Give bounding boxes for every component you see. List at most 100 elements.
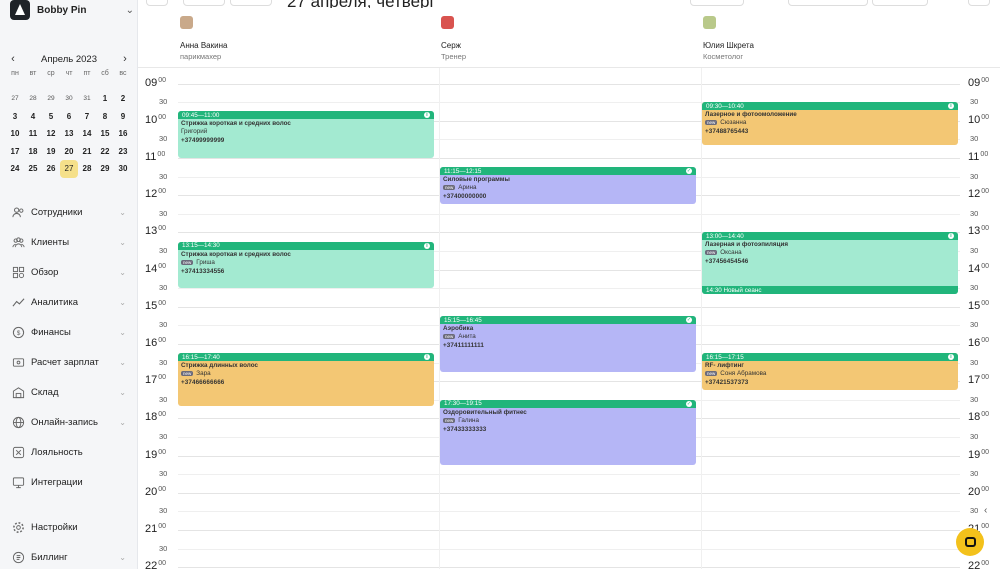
sidebar-item-integrations[interactable]: Интеграции (0, 470, 138, 494)
calendar-day[interactable]: 21 (78, 143, 96, 161)
appointment-card[interactable]: 13:00—14:40 i Лазерная и фотоэпиляция new Ок… (702, 232, 958, 295)
calendar-day[interactable]: 16 (114, 125, 132, 143)
view-switch-button[interactable] (230, 0, 272, 6)
appointment-card[interactable]: 11:15—12:15 ✓ Силовые программы new Арина +37… (440, 167, 696, 205)
sidebar-item-billing[interactable]: Биллинг ⌄ (0, 545, 138, 569)
calendar-day[interactable]: 28 (24, 90, 42, 108)
sidebar-item-settings[interactable]: Настройки (0, 515, 138, 539)
time-label-left: 1700 (145, 374, 166, 386)
chevron-down-icon[interactable]: ⌄ (119, 268, 126, 277)
calendar-day[interactable]: 31 (78, 90, 96, 108)
chevron-down-icon[interactable]: ⌄ (119, 553, 126, 562)
calendar-day[interactable]: 24 (6, 160, 24, 178)
staff-role: парикмахер (180, 52, 222, 61)
staff-column-header[interactable]: Серж Тренер (441, 16, 641, 61)
check-icon[interactable]: ✓ (686, 317, 692, 323)
chevron-down-icon[interactable]: ⌄ (119, 388, 126, 397)
chevron-down-icon[interactable]: ⌄ (119, 418, 126, 427)
filter-button[interactable] (690, 0, 744, 6)
calendar-day[interactable]: 2 (114, 90, 132, 108)
calendar-day[interactable]: 30 (60, 90, 78, 108)
chevron-down-icon[interactable]: ⌄ (119, 298, 126, 307)
info-icon[interactable]: i (424, 112, 430, 119)
half-hour-label: 30 (970, 506, 979, 516)
chevron-down-icon[interactable]: ⌄ (126, 5, 134, 16)
chevron-down-icon[interactable]: ⌄ (119, 208, 126, 217)
client-phone: +37413334556 (181, 267, 225, 275)
settings-button[interactable] (872, 0, 928, 6)
staff-column-header[interactable]: Юлия Шкрета Косметолог (703, 16, 903, 61)
brand-switcher[interactable]: Bobby Pin ⌄ (10, 0, 134, 20)
view-toggle[interactable] (788, 0, 868, 6)
sidebar-item-analytics[interactable]: Аналитика ⌄ (0, 290, 138, 314)
sidebar-item-loyalty[interactable]: Лояльность (0, 440, 138, 464)
calendar-day[interactable]: 30 (114, 160, 132, 178)
info-icon[interactable]: i (424, 242, 430, 249)
prev-day-button[interactable] (146, 0, 168, 6)
calendar-day[interactable]: 3 (6, 108, 24, 126)
next-month-button[interactable]: › (118, 53, 132, 65)
calendar-day[interactable]: 4 (24, 108, 42, 126)
calendar-day[interactable]: 27 (6, 90, 24, 108)
chevron-down-icon[interactable]: ⌄ (119, 238, 126, 247)
appointment-card[interactable]: 16:15—17:15 i RF- лифтинг new Соня Абрамова +… (702, 353, 958, 391)
chevron-down-icon[interactable]: ⌄ (119, 328, 126, 337)
sidebar-item-globe[interactable]: Онлайн-запись ⌄ (0, 410, 138, 434)
appointment-card[interactable]: 09:30—10:40 i Лазерное и фотоомоложение new… (702, 102, 958, 146)
calendar-day[interactable]: 26 (42, 160, 60, 178)
info-icon[interactable]: i (948, 354, 954, 361)
calendar-day[interactable]: 25 (24, 160, 42, 178)
info-icon[interactable]: i (948, 233, 954, 240)
calendar-day[interactable]: 15 (96, 125, 114, 143)
staff-name: Анна Вакина (180, 41, 228, 50)
calendar-day[interactable]: 29 (42, 90, 60, 108)
calendar-day[interactable]: 5 (42, 108, 60, 126)
calendar-day[interactable]: 6 (60, 108, 78, 126)
calendar-day[interactable]: 11 (24, 125, 42, 143)
calendar-day[interactable]: 20 (60, 143, 78, 161)
calendar-day[interactable]: 28 (78, 160, 96, 178)
appointment-card[interactable]: 16:15—17:40 i Стрижка длинных волос new Зара… (178, 353, 434, 406)
calendar-day[interactable]: 9 (114, 108, 132, 126)
calendar-day[interactable]: 22 (96, 143, 114, 161)
calendar-day[interactable]: 12 (42, 125, 60, 143)
calendar-day[interactable]: 10 (6, 125, 24, 143)
appointment-card[interactable]: 17:30—19:15 ✓ Оздоровительный фитнес new Гал… (440, 399, 696, 465)
calendar-day[interactable]: 1 (96, 90, 114, 108)
appointment-card[interactable]: 13:15—14:30 i Стрижка короткая и средних в… (178, 241, 434, 289)
calendar-day[interactable]: 17 (6, 143, 24, 161)
sidebar-item-finance[interactable]: $ Финансы ⌄ (0, 320, 138, 344)
sidebar-item-warehouse[interactable]: Склад ⌄ (0, 380, 138, 404)
staff-column-header[interactable]: Анна Вакина парикмахер (180, 16, 380, 61)
appointment-card[interactable]: 09:45—11:00 i Стрижка короткая и средних в… (178, 111, 434, 158)
appointment-header: 13:00—14:40 i (702, 232, 958, 241)
check-icon[interactable]: ✓ (686, 168, 692, 175)
calendar-day[interactable]: 7 (78, 108, 96, 126)
calendar-day-today[interactable]: 27 (60, 160, 78, 178)
sidebar-item-clients[interactable]: Клиенты ⌄ (0, 230, 138, 254)
chevron-down-icon[interactable]: ⌄ (119, 358, 126, 367)
minutes-text: 00 (158, 411, 167, 419)
calendar-day[interactable]: 19 (42, 143, 60, 161)
calendar-day[interactable]: 18 (24, 143, 42, 161)
calendar-day[interactable]: 23 (114, 143, 132, 161)
info-icon[interactable]: i (424, 354, 430, 361)
calendar-day[interactable]: 14 (78, 125, 96, 143)
info-icon[interactable]: i (948, 103, 954, 110)
sidebar-item-grid[interactable]: Обзор ⌄ (0, 260, 138, 284)
prev-month-button[interactable]: ‹ (6, 53, 20, 65)
appointment-card[interactable]: 15:15—16:45 ✓ Аэробика new Анита +37411111111 (440, 316, 696, 372)
calendar-day[interactable]: 29 (96, 160, 114, 178)
today-button[interactable] (183, 0, 225, 6)
more-button[interactable] (968, 0, 990, 6)
calendar-day[interactable]: 13 (60, 125, 78, 143)
sidebar-item-users[interactable]: Сотрудники ⌄ (0, 200, 138, 224)
check-icon[interactable]: ✓ (686, 400, 692, 407)
sidebar-item-payroll[interactable]: Расчет зарплат ⌄ (0, 350, 138, 374)
hour-line (178, 157, 960, 159)
chevron-left-icon[interactable]: ‹ (984, 505, 987, 516)
appointment-time: 16:15—17:15 (706, 353, 744, 361)
calendar-day[interactable]: 8 (96, 108, 114, 126)
chat-button[interactable] (956, 528, 984, 556)
appointment-footer[interactable]: 14:30 Новый сеанс (702, 286, 958, 295)
